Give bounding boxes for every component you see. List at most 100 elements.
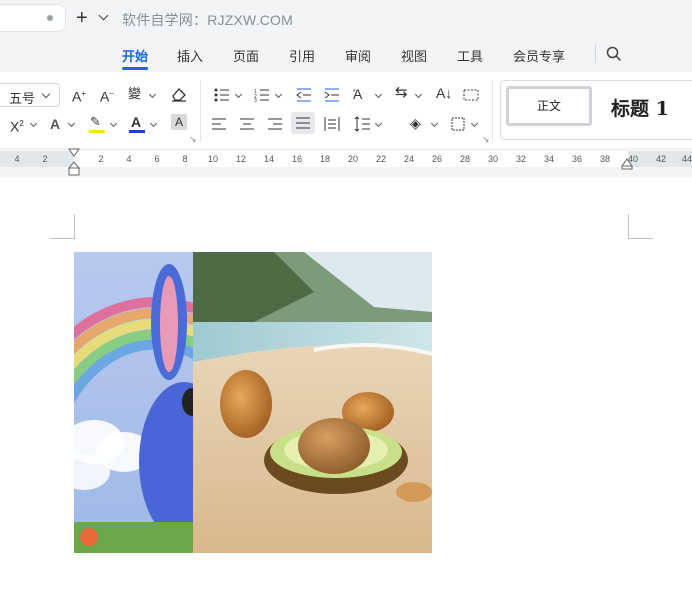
ruler-label: 4 xyxy=(126,154,132,164)
font-size-select[interactable]: 五号 xyxy=(0,83,60,107)
borders-icon[interactable] xyxy=(451,117,465,131)
shrink-font-icon[interactable]: A− xyxy=(100,86,114,105)
tab-insert[interactable]: 插入 xyxy=(177,46,203,65)
ruler-label: 36 xyxy=(571,154,583,164)
decrease-indent-icon[interactable] xyxy=(296,88,312,102)
menu-bar: 开始 插入 页面 引用 审阅 视图 工具 会员专享 xyxy=(0,36,692,72)
chevron-down-icon[interactable] xyxy=(430,119,439,128)
chevron-down-icon[interactable] xyxy=(470,119,479,128)
chevron-down-icon[interactable] xyxy=(148,90,157,99)
chevron-down-icon xyxy=(41,89,51,99)
chevron-down-icon[interactable] xyxy=(374,119,383,128)
crop-mark xyxy=(74,214,75,238)
title-bar: + 软件自学网：RJZXW.COM xyxy=(0,0,692,36)
styles-gallery: 正文 标题 1 xyxy=(500,80,692,140)
chevron-down-icon[interactable] xyxy=(109,119,118,128)
watermark-text: 软件自学网：RJZXW.COM xyxy=(122,12,293,28)
numbered-list-icon[interactable]: 123 xyxy=(254,88,270,102)
horizontal-ruler[interactable]: 4 2 2 4 6 8 10 12 14 16 18 20 22 24 26 2… xyxy=(0,151,692,167)
document-tab[interactable] xyxy=(0,4,66,32)
superscript-icon[interactable]: X2 xyxy=(10,116,24,135)
tab-home[interactable]: 开始 xyxy=(122,46,148,65)
ruler-label: 22 xyxy=(375,154,387,164)
picture-composite xyxy=(74,252,432,553)
right-panel-beach-avocados xyxy=(193,252,432,553)
active-tab-indicator xyxy=(122,67,148,70)
chevron-down-icon[interactable] xyxy=(67,119,76,128)
chevron-down-icon[interactable] xyxy=(274,90,283,99)
inserted-picture[interactable] xyxy=(74,252,432,553)
paragraph-dialog-launcher-icon[interactable]: ↘ xyxy=(482,134,490,145)
crop-mark xyxy=(628,238,653,239)
tab-modified-dot-icon[interactable] xyxy=(47,15,53,21)
bullet-list-icon[interactable] xyxy=(214,88,230,102)
ruler-label: 38 xyxy=(599,154,611,164)
new-tab-plus-icon[interactable]: + xyxy=(76,8,88,28)
right-indent-marker-icon[interactable] xyxy=(621,158,633,170)
align-right-icon[interactable] xyxy=(268,117,282,131)
justify-button[interactable] xyxy=(291,112,315,134)
tab-page[interactable]: 页面 xyxy=(233,46,259,65)
ruler-label: 42 xyxy=(655,154,667,164)
tab-membership[interactable]: 会员专享 xyxy=(513,46,565,65)
ruler-label: 2 xyxy=(42,154,48,164)
distributed-align-icon[interactable] xyxy=(324,117,340,131)
line-spacing-icon[interactable] xyxy=(354,116,370,132)
ruler-label: 44 xyxy=(681,154,692,164)
text-direction-icon[interactable]: Ά xyxy=(353,86,362,102)
search-icon[interactable] xyxy=(606,46,622,62)
ruler-label: 28 xyxy=(459,154,471,164)
svg-text:3: 3 xyxy=(254,98,257,102)
highlight-pen-icon[interactable]: ✎ xyxy=(90,114,101,130)
chevron-down-icon[interactable] xyxy=(374,90,383,99)
align-center-icon[interactable] xyxy=(240,117,254,131)
tab-view[interactable]: 视图 xyxy=(401,46,427,65)
increase-indent-icon[interactable] xyxy=(324,88,340,102)
ruler-label: 30 xyxy=(487,154,499,164)
ruler-label: 8 xyxy=(182,154,188,164)
ruler-label: 14 xyxy=(263,154,275,164)
ruler-label: 12 xyxy=(235,154,247,164)
chevron-down-icon[interactable] xyxy=(414,90,423,99)
style-normal[interactable]: 正文 xyxy=(506,86,592,126)
sort-icon[interactable]: A↓ xyxy=(436,85,452,101)
ruler-label: 32 xyxy=(515,154,527,164)
font-dialog-launcher-icon[interactable]: ↘ xyxy=(189,134,197,145)
text-effect-icon[interactable]: A xyxy=(50,116,60,132)
shading-bucket-icon[interactable]: ◈ xyxy=(410,115,421,131)
ribbon-divider xyxy=(492,80,493,142)
style-heading-1[interactable]: 标题 1 xyxy=(611,94,669,121)
align-left-icon[interactable] xyxy=(212,117,226,131)
ruler-label: 2 xyxy=(98,154,104,164)
align-justify-icon xyxy=(296,117,310,129)
highlight-color-swatch xyxy=(89,130,105,133)
ruler-label: 6 xyxy=(154,154,160,164)
chevron-down-icon[interactable] xyxy=(29,119,38,128)
character-shading-icon[interactable]: A xyxy=(171,114,187,130)
indent-marker-icon[interactable] xyxy=(68,148,80,178)
crop-mark xyxy=(50,238,75,239)
ruler-label: 26 xyxy=(431,154,443,164)
crop-mark xyxy=(628,214,629,238)
clear-format-eraser-icon[interactable] xyxy=(170,86,188,102)
new-tab-dropdown-icon[interactable] xyxy=(98,10,109,21)
tab-review[interactable]: 审阅 xyxy=(345,46,371,65)
font-size-value: 五号 xyxy=(9,91,36,106)
menu-divider xyxy=(595,45,596,63)
tab-references[interactable]: 引用 xyxy=(289,46,315,65)
chevron-down-icon[interactable] xyxy=(234,90,243,99)
font-color-icon[interactable]: A xyxy=(131,114,141,130)
phonetic-guide-icon[interactable]: 變 xyxy=(128,86,141,102)
ribbon-toolbar: 五号 A+ A− 變 X2 A ✎ A A ↘ 123 Ά ⇆ A↓ ◈ ↘ 正… xyxy=(0,72,692,149)
ruler-label: 20 xyxy=(347,154,359,164)
grow-font-icon[interactable]: A+ xyxy=(72,86,86,105)
ruler-label: 10 xyxy=(207,154,219,164)
ruler-label: 34 xyxy=(543,154,555,164)
ruler-label: 4 xyxy=(14,154,20,164)
show-markup-icon[interactable] xyxy=(463,88,479,102)
tab-tools[interactable]: 工具 xyxy=(457,46,483,65)
paragraph-direction-icon[interactable]: ⇆ xyxy=(395,85,408,101)
ruler-label: 18 xyxy=(319,154,331,164)
ruler-label: 16 xyxy=(291,154,303,164)
chevron-down-icon[interactable] xyxy=(149,119,158,128)
